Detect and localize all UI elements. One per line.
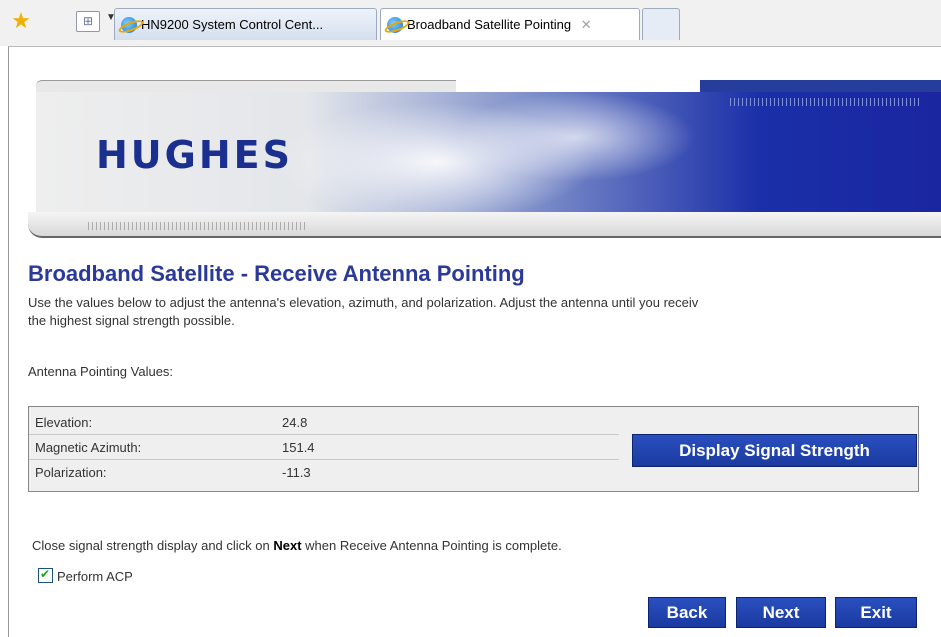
value-number: 24.8 xyxy=(282,415,308,430)
hughes-logo: HUGHES xyxy=(96,133,293,177)
tab-broadband-satellite-pointing[interactable]: Broadband Satellite Pointing ✕ xyxy=(380,8,640,40)
instruction-next-word: Next xyxy=(273,538,302,553)
banner-cloud xyxy=(456,92,696,182)
instruction-part: when Receive Antenna Pointing is complet… xyxy=(301,538,562,553)
intro-line: the highest signal strength possible. xyxy=(28,313,235,328)
tab-label: Broadband Satellite Pointing xyxy=(407,17,572,32)
values-section-label: Antenna Pointing Values: xyxy=(28,364,174,379)
quick-tabs-icon[interactable]: ⊞ xyxy=(76,11,100,32)
value-label: Magnetic Azimuth: xyxy=(35,440,142,455)
star-icon[interactable]: ★ xyxy=(9,9,33,33)
tab-hn9200[interactable]: HN9200 System Control Cent... xyxy=(114,8,377,40)
ie-icon xyxy=(121,17,137,33)
table-row: Magnetic Azimuth: 151.4 xyxy=(29,436,619,460)
tab-label: HN9200 System Control Cent... xyxy=(141,17,324,32)
perform-acp-checkbox[interactable] xyxy=(38,567,53,583)
exit-button[interactable]: Exit xyxy=(835,597,917,628)
perform-acp-option[interactable]: Perform ACP xyxy=(38,567,133,584)
display-signal-strength-button[interactable]: Display Signal Strength xyxy=(632,434,917,467)
banner-ticks xyxy=(88,222,308,230)
back-button[interactable]: Back xyxy=(648,597,726,628)
value-label: Elevation: xyxy=(35,415,93,430)
intro-line: Use the values below to adjust the anten… xyxy=(28,295,699,310)
value-number: -11.3 xyxy=(282,465,311,480)
table-row: Elevation: 24.8 xyxy=(29,411,619,435)
banner-ticks xyxy=(730,98,920,106)
ie-icon xyxy=(387,17,403,33)
close-icon[interactable]: ✕ xyxy=(581,17,592,32)
new-tab-button[interactable] xyxy=(642,8,680,40)
instruction-part: Close signal strength display and click … xyxy=(32,538,274,553)
browser-tab-strip: ★ ⊞ ▼ HN9200 System Control Cent... Broa… xyxy=(0,0,941,46)
table-row: Polarization: -11.3 xyxy=(29,461,619,485)
instruction-text: Close signal strength display and click … xyxy=(32,538,562,553)
perform-acp-label: Perform ACP xyxy=(57,569,133,584)
intro-text: Use the values below to adjust the anten… xyxy=(28,294,940,330)
value-label: Polarization: xyxy=(35,465,107,480)
value-number: 151.4 xyxy=(282,440,315,455)
page-title: Broadband Satellite - Receive Antenna Po… xyxy=(28,261,525,286)
next-button[interactable]: Next xyxy=(736,597,826,628)
